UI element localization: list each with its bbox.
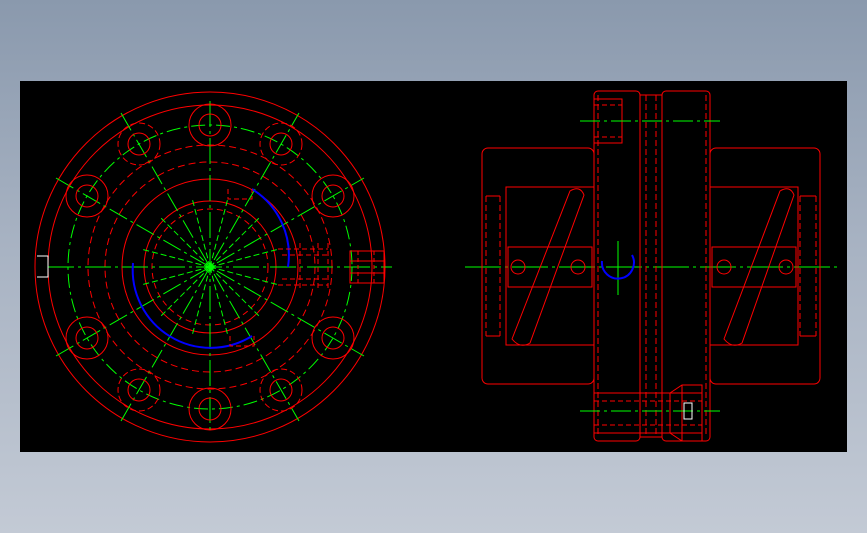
right-hub-inner <box>709 186 799 346</box>
top-bolt-section <box>580 98 720 144</box>
left-hub-outer <box>481 147 595 385</box>
right-hub-outer <box>709 147 821 385</box>
cad-drawing <box>34 90 840 443</box>
front-view <box>34 91 392 443</box>
cad-viewport[interactable] <box>20 81 847 452</box>
center-flange-right <box>661 90 711 442</box>
center-spacer <box>639 94 663 438</box>
highlight-arc <box>131 262 253 349</box>
left-tab-detail <box>37 255 49 278</box>
bottom-bolt-section <box>580 384 720 442</box>
side-view <box>465 90 840 442</box>
